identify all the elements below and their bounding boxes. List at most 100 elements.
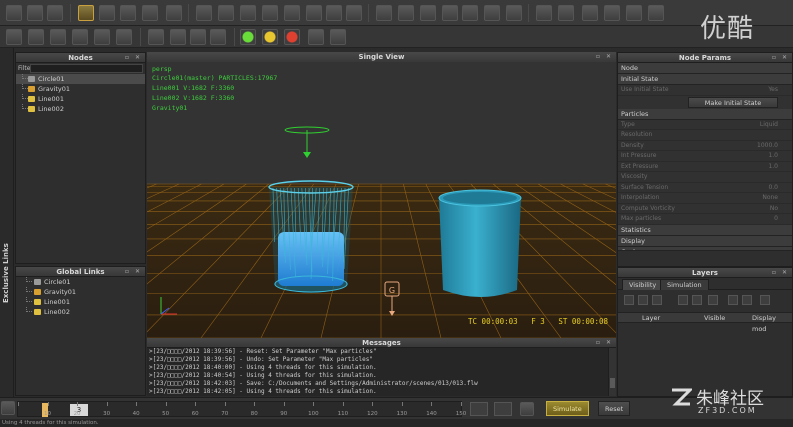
rotate-tool-icon[interactable] [120,5,136,21]
param-row[interactable]: Max particles 0 [618,214,792,225]
layer-view-icon[interactable] [760,295,770,305]
save-scene-icon[interactable] [47,5,63,21]
display-mode-1-icon[interactable] [536,5,552,21]
move-up-icon[interactable] [728,295,738,305]
daemon-icon[interactable] [284,5,300,21]
messages-scrollbar[interactable] [608,348,616,396]
frame-end-field[interactable] [494,402,512,416]
particle-view-icon[interactable] [72,29,88,45]
sphere-icon[interactable] [218,5,234,21]
param-row[interactable]: Surface Tension 0.0 [618,182,792,193]
global-link-item[interactable]: Line002 [16,307,145,317]
link-tool-icon[interactable] [166,5,182,21]
cup-line002[interactable] [438,189,522,297]
section-particles[interactable]: Particles [618,108,792,120]
panel-controls-icon[interactable]: ▫ ✕ [125,267,142,277]
param-row[interactable]: Compute Vorticity No [618,203,792,214]
filter-input[interactable] [30,64,143,73]
param-row[interactable]: Resolution [618,130,792,141]
messages-log[interactable]: >[23/□□□□/2012 18:39:56] - Reset: Set Pa… [147,348,608,396]
param-row[interactable]: Ext Pressure 1.0 [618,161,792,172]
view-layout-1-icon[interactable] [376,5,392,21]
param-row[interactable]: Density 1000.0 [618,140,792,151]
bounding-box-icon[interactable] [50,29,66,45]
save-cache-icon[interactable] [308,29,324,45]
new-scene-icon[interactable] [6,5,22,21]
path-icon[interactable] [170,29,186,45]
grid-icon[interactable] [28,29,44,45]
camera-icon[interactable] [306,5,322,21]
panel-controls-icon[interactable]: ▫ ✕ [596,52,613,62]
section-statistics[interactable]: Statistics [618,224,792,236]
exclusive-links-sidebar[interactable]: Exclusive Links [0,48,14,398]
global-link-item[interactable]: Gravity01 [16,287,145,297]
select-tool-icon[interactable] [78,5,94,21]
new-layer-icon[interactable] [624,295,634,305]
param-row[interactable]: Viscosity [618,172,792,183]
box-icon[interactable] [262,5,278,21]
stop-icon[interactable] [284,29,300,45]
node-view-icon[interactable] [94,29,110,45]
display-mode-3-icon[interactable] [582,5,598,21]
global-link-item[interactable]: Circle01 [16,277,145,287]
node-item[interactable]: Circle01 [16,74,145,84]
section-initial-state[interactable]: Initial State [618,74,792,85]
play-icon[interactable] [240,29,256,45]
timeline-track[interactable]: 3 10 20 30 40 50 60 70 80 90 100 110 120 130 140 150 [17,401,466,417]
param-row[interactable]: Interpolation None [618,193,792,204]
viewport-3d[interactable]: G persp Circle01(master) PARTICLES:17967… [147,52,616,338]
pause-icon[interactable] [262,29,278,45]
col-visible[interactable]: Visible [704,313,725,324]
import-icon[interactable] [346,5,362,21]
view-layout-3-icon[interactable] [420,5,436,21]
light-icon[interactable] [326,5,342,21]
emitter-icon[interactable] [196,5,212,21]
panel-controls-icon[interactable]: ▫ ✕ [772,53,789,63]
reset-button[interactable]: Reset [598,401,631,416]
simulate-button[interactable]: Simulate [546,401,589,416]
frame-start-field[interactable] [470,402,488,416]
section-cache[interactable]: Cache [618,246,792,251]
display-mode-4-icon[interactable] [604,5,620,21]
view-layout-7-icon[interactable] [506,5,522,21]
layer-options-icon[interactable] [652,295,662,305]
tab-visibility[interactable]: Visibility [622,279,664,290]
node-item[interactable]: Line002 [16,104,145,114]
node-item[interactable]: Line001 [16,94,145,104]
param-row[interactable]: Type Liquid [618,119,792,130]
history-icon[interactable] [210,29,226,45]
keyframe-icon[interactable] [520,402,534,416]
open-scene-icon[interactable] [27,5,43,21]
panel-controls-icon[interactable]: ▫ ✕ [596,338,613,348]
panel-controls-icon[interactable]: ▫ ✕ [125,53,142,63]
move-tool-icon[interactable] [99,5,115,21]
display-mode-2-icon[interactable] [558,5,574,21]
mesh-icon[interactable] [6,29,22,45]
timer-icon[interactable] [190,29,206,45]
add-to-layer-icon[interactable] [678,295,688,305]
view-layout-6-icon[interactable] [484,5,500,21]
tab-simulation[interactable]: Simulation [660,279,709,290]
delete-layer-icon[interactable] [638,295,648,305]
view-layout-2-icon[interactable] [398,5,414,21]
close-view-icon[interactable] [116,29,132,45]
param-row[interactable]: Int Pressure 1.0 [618,151,792,162]
cube-icon[interactable] [240,5,256,21]
param-row[interactable]: Use Initial State Yes [618,85,792,96]
global-link-item[interactable]: Line001 [16,297,145,307]
display-mode-6-icon[interactable] [648,5,664,21]
remove-from-layer-icon[interactable] [692,295,702,305]
view-layout-5-icon[interactable] [462,5,478,21]
timeline-menu-icon[interactable] [1,401,15,415]
move-down-icon[interactable] [742,295,752,305]
glass-line001[interactable] [268,180,354,293]
view-layout-4-icon[interactable] [442,5,458,21]
display-mode-5-icon[interactable] [626,5,642,21]
section-display[interactable]: Display [618,235,792,247]
select-layer-icon[interactable] [708,295,718,305]
curve-icon[interactable] [148,29,164,45]
section-node[interactable]: Node [618,63,792,74]
node-item[interactable]: Gravity01 [16,84,145,94]
col-layer[interactable]: Layer [642,313,660,324]
scale-tool-icon[interactable] [142,5,158,21]
